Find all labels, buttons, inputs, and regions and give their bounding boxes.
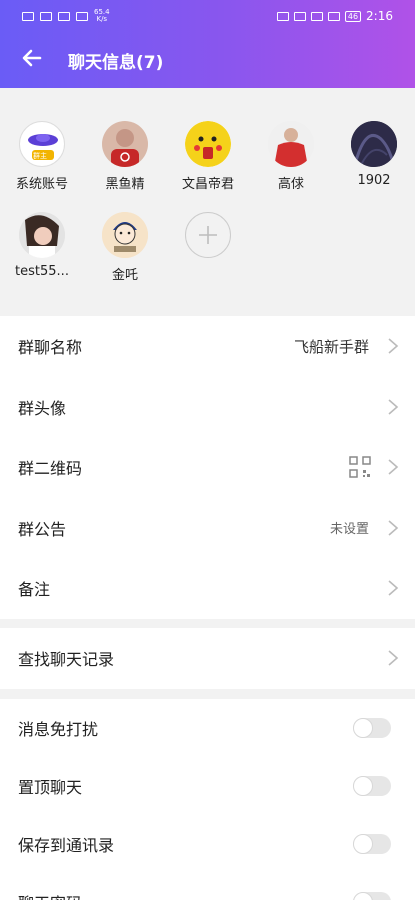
member-item[interactable]: 群主 系统账号	[2, 121, 82, 192]
member-item[interactable]: 文昌帝君	[168, 121, 248, 192]
member-name: 系统账号	[15, 177, 68, 192]
plus-icon	[199, 226, 217, 244]
net-speed: 65.4 K/s	[94, 8, 110, 23]
status-bar: 65.4 K/s 46 2:16	[0, 6, 415, 26]
member-name: 1902	[357, 173, 391, 188]
chat-password-row: 聊天密码	[0, 873, 415, 900]
group-notice-value: 未设置	[329, 522, 369, 538]
page-title: 聊天信息(7)	[68, 53, 164, 73]
arrow-left-icon[interactable]	[18, 44, 46, 72]
group-name-row[interactable]: 群聊名称 飞船新手群	[0, 316, 415, 377]
group-avatar-row[interactable]: 群头像	[0, 377, 415, 438]
add-member-button[interactable]	[185, 212, 231, 258]
group-name-value: 飞船新手群	[293, 337, 369, 356]
member-name: 金吒	[111, 268, 138, 283]
group-remark-label: 备注	[18, 580, 51, 600]
chevron-right-icon	[388, 399, 399, 415]
avatar: 群主	[19, 121, 65, 167]
group-notice-label: 群公告	[18, 519, 67, 539]
wifi-icon	[76, 11, 88, 21]
member-item[interactable]: 高俅	[251, 121, 331, 192]
chevron-right-icon	[388, 338, 399, 354]
group-remark-row[interactable]: 备注	[0, 558, 415, 619]
qr-code-icon	[349, 456, 371, 478]
search-section: 查找聊天记录	[0, 628, 415, 689]
member-item[interactable]: test55...	[2, 212, 82, 279]
battery-icon: 46	[344, 10, 362, 22]
signal-icon-2	[58, 11, 70, 21]
group-settings-section: 群聊名称 飞船新手群 群头像 群二维码 群公告 未设置 备注	[0, 316, 415, 619]
member-item[interactable]: 黑鱼精	[85, 121, 165, 192]
member-grid: 群主 系统账号 黑鱼精 文昌帝君 高俅 1902 test55... 金吒	[0, 88, 415, 316]
avatar	[268, 121, 314, 167]
member-item[interactable]: 金吒	[85, 212, 165, 283]
avatar	[185, 121, 231, 167]
mute-label: 消息免打扰	[18, 720, 99, 739]
nfc-icon	[293, 11, 306, 21]
bluetooth-icon	[327, 11, 340, 21]
pin-toggle[interactable]	[353, 776, 391, 796]
header-bar: 65.4 K/s 46 2:16 聊天信息(7)	[0, 0, 415, 88]
member-name: 高俅	[277, 177, 304, 192]
signal-icon	[40, 11, 52, 21]
owner-badge: 群主	[33, 152, 47, 160]
group-notice-row[interactable]: 群公告 未设置	[0, 498, 415, 559]
chevron-right-icon	[388, 459, 399, 475]
avatar	[19, 212, 65, 258]
chat-password-label: 聊天密码	[18, 890, 82, 900]
avatar	[102, 121, 148, 167]
mute-toggle[interactable]	[353, 718, 391, 738]
vibrate-icon	[310, 11, 323, 21]
avatar	[351, 121, 397, 167]
member-name: test55...	[15, 264, 69, 279]
avatar	[102, 212, 148, 258]
save-contacts-label: 保存到通讯录	[18, 836, 115, 855]
group-name-label: 群聊名称	[18, 338, 83, 358]
pin-label: 置顶聊天	[18, 778, 83, 797]
eye-icon	[276, 11, 289, 21]
member-name: 黑鱼精	[105, 177, 145, 192]
toggle-section: 消息免打扰 置顶聊天 保存到通讯录 聊天密码	[0, 699, 415, 900]
pin-row: 置顶聊天	[0, 757, 415, 815]
group-avatar-label: 群头像	[18, 398, 67, 418]
chevron-right-icon	[388, 520, 399, 536]
save-contacts-toggle[interactable]	[353, 834, 391, 854]
chevron-right-icon	[388, 650, 399, 666]
save-contacts-row: 保存到通讯录	[0, 815, 415, 873]
clock: 2:16	[366, 9, 393, 23]
search-history-row[interactable]: 查找聊天记录	[0, 628, 415, 689]
mute-row: 消息免打扰	[0, 699, 415, 757]
chevron-right-icon	[388, 580, 399, 596]
add-member-item[interactable]	[168, 212, 248, 258]
search-history-label: 查找聊天记录	[18, 650, 115, 670]
sim-icon	[22, 11, 34, 21]
member-item[interactable]: 1902	[334, 121, 414, 188]
group-qrcode-row[interactable]: 群二维码	[0, 437, 415, 498]
member-name: 文昌帝君	[181, 177, 234, 192]
group-qrcode-label: 群二维码	[18, 459, 83, 479]
chat-password-toggle[interactable]	[353, 892, 391, 900]
